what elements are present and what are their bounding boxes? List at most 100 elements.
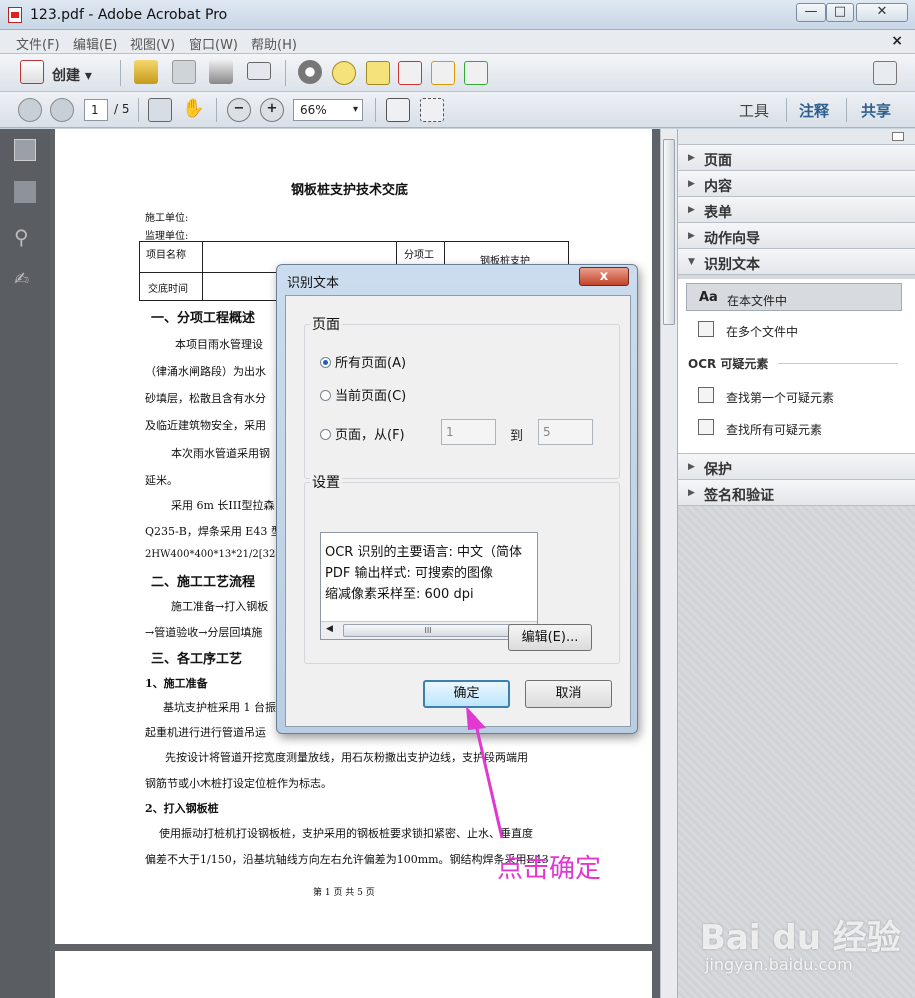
doc-footer: 第 1 页 共 5 页 (313, 888, 375, 898)
previous-page-icon[interactable] (18, 98, 42, 122)
pages-group-title: 页面 (310, 314, 342, 334)
radio-page-range[interactable]: 页面，从(F) (320, 424, 405, 443)
find-all-suspects[interactable]: 查找所有可疑元素 (686, 413, 902, 441)
page-number-input[interactable]: 1 (84, 99, 108, 121)
main-toolbar: 创建 ▾ (0, 54, 915, 92)
setting-output-style: PDF 输出样式: 可搜索的图像 (325, 566, 493, 581)
close-document-button[interactable]: × (891, 33, 903, 49)
menu-window[interactable]: 窗口(W) (189, 34, 238, 53)
radio-current-page[interactable]: 当前页面(C) (320, 385, 406, 404)
comment-icon[interactable] (332, 61, 356, 85)
menu-bar: 文件(F) 编辑(E) 视图(V) 窗口(W) 帮助(H) × (0, 30, 915, 54)
tab-tools[interactable]: 工具 (739, 100, 769, 121)
dialog-close-button[interactable]: x (579, 267, 629, 286)
doc-paragraph: 砂填层，松散且含有水分 (145, 392, 266, 405)
doc-unit-construction: 施工单位: (145, 213, 189, 224)
menu-view[interactable]: 视图(V) (130, 34, 175, 53)
pane-section-sign[interactable]: ▶ 签名和验证 (678, 480, 915, 506)
find-first-suspect[interactable]: 查找第一个可疑元素 (686, 381, 902, 409)
close-window-button[interactable]: ✕ (856, 3, 908, 22)
doc-paragraph: （律涌水闸路段）为出水 (145, 365, 266, 378)
next-page-icon[interactable] (50, 98, 74, 122)
window-title: 123.pdf - Adobe Acrobat Pro (30, 7, 228, 23)
doc-paragraph: 延米。 (145, 474, 178, 487)
delete-page-icon[interactable] (398, 61, 422, 85)
doc-paragraph: 偏差不大于1/150，沿基坑轴线方向左右允许偏差为100mm。钢结构焊条采用E4… (145, 853, 549, 866)
ocr-in-this-file[interactable]: Aa 在本文件中 (686, 283, 902, 311)
collapse-arrow-icon: ▼ (688, 257, 695, 267)
find-suspect-icon (698, 387, 714, 403)
doc-paragraph: →管道验收→分层回填施 (145, 626, 263, 639)
attachment-icon[interactable]: ⚲ (14, 225, 36, 249)
ocr-section-body: Aa 在本文件中 在多个文件中 OCR 可疑元素 查找第一个可疑元素 查找所有可疑… (678, 279, 915, 454)
table-project-name: 项目名称 (146, 250, 186, 261)
zoom-out-icon[interactable]: − (227, 98, 251, 122)
scrollbar-thumb[interactable] (663, 139, 675, 325)
gear-icon[interactable] (298, 60, 322, 84)
create-button[interactable]: 创建 ▾ (52, 65, 92, 85)
bookmark-icon[interactable] (14, 181, 36, 203)
pane-options-icon[interactable] (892, 132, 904, 141)
multi-file-icon (698, 321, 714, 337)
print-icon[interactable] (209, 60, 233, 84)
pane-section-protect[interactable]: ▶ 保护 (678, 454, 915, 480)
ok-button[interactable]: 确定 (423, 680, 510, 708)
doc-paragraph: 使用振动打桩机打设钢板桩，支护采用的钢板桩要求锁扣紧密、止水、垂直度 (159, 827, 533, 840)
fullscreen-icon[interactable] (873, 61, 897, 85)
email-icon[interactable] (247, 62, 271, 80)
doc-heading-1: 一、分项工程概述 (151, 311, 256, 326)
pdf-page-next (55, 951, 652, 998)
ocr-dialog: 识别文本 x 页面 所有页面(A) 当前页面(C) 页面，从(F) 1 到 5 … (276, 264, 638, 734)
fit-page-icon[interactable] (420, 98, 444, 122)
doc-unit-supervision: 监理单位: (145, 231, 189, 242)
tab-comment[interactable]: 注释 (799, 100, 829, 121)
tab-share[interactable]: 共享 (861, 100, 891, 121)
zoom-value: 66% (300, 103, 327, 117)
export-icon[interactable] (464, 61, 488, 85)
page-to-input[interactable]: 5 (538, 419, 593, 445)
radio-all-pages[interactable]: 所有页面(A) (320, 352, 406, 371)
menu-file[interactable]: 文件(F) (16, 34, 60, 53)
sign-icon[interactable] (431, 61, 455, 85)
expand-arrow-icon: ▶ (688, 462, 695, 472)
doc-subheading: 2、打入钢板桩 (145, 802, 219, 815)
setting-language: OCR 识别的主要语言: 中文（简体 (325, 545, 522, 560)
pane-section-form[interactable]: ▶ 表单 (678, 197, 915, 223)
open-folder-icon[interactable] (134, 60, 158, 84)
hand-tool-icon[interactable]: ✋ (182, 98, 206, 122)
page-from-input[interactable]: 1 (441, 419, 496, 445)
ocr-in-multiple-files[interactable]: 在多个文件中 (686, 315, 902, 343)
maximize-button[interactable]: □ (826, 3, 854, 22)
zoom-select[interactable]: 66% ▾ (293, 99, 363, 121)
doc-heading-3: 三、各工序工艺 (151, 652, 243, 667)
scroll-left-icon[interactable]: ◀ (326, 624, 333, 634)
doc-paragraph: 施工准备→打入钢板 (171, 600, 269, 613)
pane-section-action-wizard[interactable]: ▶ 动作向导 (678, 223, 915, 249)
tools-pane: ▶ 页面 ▶ 内容 ▶ 表单 ▶ 动作向导 ▼ 识别文本 Aa 在本文件中 在多个文件中 O… (677, 129, 915, 998)
highlight-icon[interactable] (366, 61, 390, 85)
doc-paragraph: Q235-B，焊条采用 E43 型 (145, 525, 282, 538)
settings-group-title: 设置 (310, 472, 342, 492)
expand-arrow-icon: ▶ (688, 488, 695, 498)
scrollbar-thumb[interactable]: III (343, 624, 513, 637)
scroll-mode-icon[interactable] (386, 98, 410, 122)
menu-edit[interactable]: 编辑(E) (73, 34, 117, 53)
menu-help[interactable]: 帮助(H) (251, 34, 297, 53)
cancel-button[interactable]: 取消 (525, 680, 612, 708)
document-scrollbar[interactable] (660, 129, 677, 998)
chevron-down-icon: ▾ (352, 104, 358, 115)
signature-icon[interactable]: ✍ (14, 269, 36, 291)
pane-section-ocr[interactable]: ▼ 识别文本 (678, 249, 915, 275)
save-icon[interactable] (172, 60, 196, 84)
select-tool-icon[interactable] (148, 98, 172, 122)
edit-settings-button[interactable]: 编辑(E)... (508, 624, 592, 651)
page-total: / 5 (114, 102, 130, 116)
baidu-watermark: Bai du 经验 (700, 918, 901, 958)
zoom-in-icon[interactable]: + (260, 98, 284, 122)
pane-section-content[interactable]: ▶ 内容 (678, 171, 915, 197)
minimize-button[interactable]: — (796, 3, 826, 22)
settings-horizontal-scrollbar[interactable]: ◀ III ▶ (321, 621, 537, 639)
pages-icon[interactable] (14, 139, 36, 161)
pane-section-page[interactable]: ▶ 页面 (678, 145, 915, 171)
create-pdf-icon[interactable] (20, 60, 44, 84)
